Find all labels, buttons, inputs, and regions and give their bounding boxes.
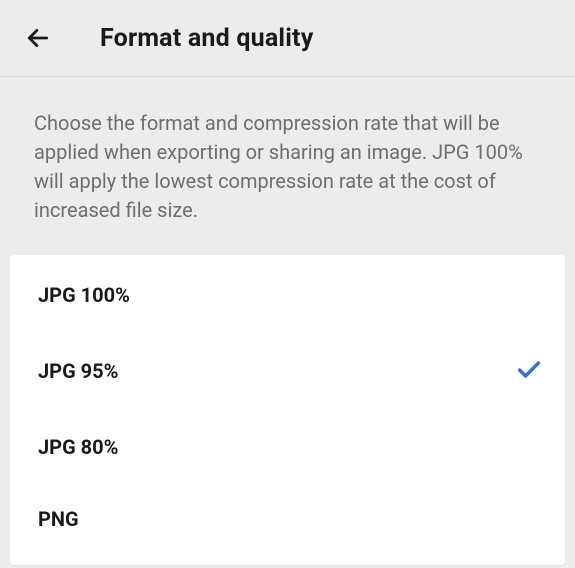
option-jpg-100[interactable]: JPG 100% [10, 259, 565, 331]
option-label: PNG [38, 507, 79, 531]
option-png[interactable]: PNG [10, 483, 565, 555]
option-jpg-80[interactable]: JPG 80% [10, 411, 565, 483]
page-title: Format and quality [100, 24, 313, 53]
option-label: JPG 95% [38, 359, 118, 383]
option-jpg-95[interactable]: JPG 95% [10, 331, 565, 411]
back-button[interactable] [22, 22, 54, 54]
options-card: JPG 100% JPG 95% JPG 80% PNG [10, 255, 565, 565]
check-icon [515, 355, 543, 387]
option-label: JPG 100% [38, 283, 130, 307]
header: Format and quality [0, 0, 575, 77]
option-label: JPG 80% [38, 435, 118, 459]
arrow-left-icon [25, 25, 51, 51]
description-text: Choose the format and compression rate t… [0, 77, 575, 255]
